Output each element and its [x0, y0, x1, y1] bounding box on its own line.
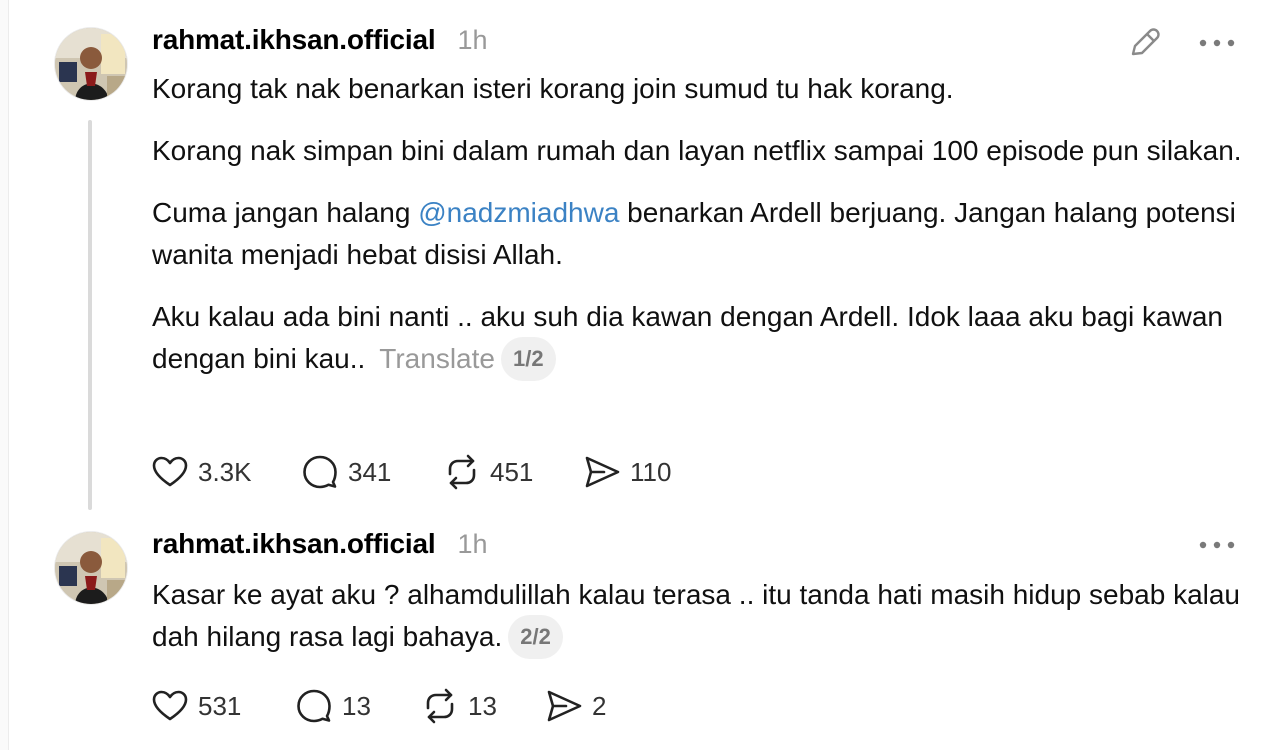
thread-post-1: rahmat.ikhsan.official 1h Korang tak nak… [0, 0, 1270, 520]
username[interactable]: rahmat.ikhsan.official [152, 24, 436, 56]
repost-icon [448, 454, 476, 490]
share-icon [547, 690, 582, 722]
heart-icon [152, 690, 188, 721]
repost-icon [426, 688, 454, 724]
avatar-photo [55, 532, 127, 604]
thread-connector-line [88, 120, 92, 510]
avatar[interactable] [55, 28, 127, 100]
share-icon [585, 456, 620, 488]
paragraph-text: Aku kalau ada bini nanti .. aku suh dia … [152, 301, 1223, 374]
like-button[interactable]: 3.3K [150, 452, 300, 492]
thread-page-badge: 1/2 [500, 336, 556, 381]
paragraph-text: Kasar ke ayat aku ? alhamdulillah kalau … [152, 579, 1241, 652]
reply-button[interactable]: 341 [300, 452, 442, 492]
mention-link[interactable]: @nadzmiadhwa [418, 197, 619, 228]
share-button[interactable]: 2 [544, 686, 606, 726]
post-body: Kasar ke ayat aku ? alhamdulillah kalau … [152, 574, 1242, 681]
repost-count: 451 [490, 456, 534, 487]
thread-page-badge: 2/2 [508, 614, 563, 659]
more-icon[interactable] [1196, 28, 1238, 58]
share-count: 110 [630, 456, 672, 487]
repost-count: 13 [468, 690, 497, 721]
post-header: rahmat.ikhsan.official 1h [152, 24, 488, 60]
paragraph-text: Cuma jangan halang [152, 197, 419, 228]
post-actions: 531 13 13 2 [150, 682, 606, 730]
post-paragraph: Aku kalau ada bini nanti .. aku suh dia … [152, 296, 1242, 383]
avatar-photo [55, 28, 127, 100]
reply-count: 13 [342, 690, 371, 721]
like-button[interactable]: 531 [150, 686, 294, 726]
reply-count: 341 [348, 456, 392, 487]
thread-post-2: rahmat.ikhsan.official 1h Kasar ke ayat … [0, 520, 1270, 750]
like-count: 531 [198, 690, 242, 721]
timestamp[interactable]: 1h [457, 529, 487, 560]
edit-icon[interactable] [1125, 24, 1163, 62]
share-count: 2 [592, 690, 607, 721]
post-body: Korang tak nak benarkan isteri korang jo… [152, 68, 1242, 403]
translate-link[interactable]: Translate [379, 343, 495, 374]
more-icon[interactable] [1196, 530, 1238, 560]
comment-icon [303, 455, 337, 489]
post-actions: 3.3K 341 451 110 [150, 448, 671, 496]
username[interactable]: rahmat.ikhsan.official [152, 528, 436, 560]
reply-button[interactable]: 13 [294, 686, 420, 726]
post-paragraph: Korang tak nak benarkan isteri korang jo… [152, 73, 954, 104]
post-paragraph: Kasar ke ayat aku ? alhamdulillah kalau … [152, 574, 1242, 661]
avatar[interactable] [55, 532, 127, 604]
comment-icon [297, 689, 331, 723]
like-count: 3.3K [198, 456, 252, 487]
repost-button[interactable]: 451 [442, 452, 582, 492]
timestamp[interactable]: 1h [457, 25, 487, 56]
post-paragraph: Cuma jangan halang @nadzmiadhwa benarkan… [152, 192, 1242, 276]
share-button[interactable]: 110 [582, 452, 671, 492]
post-paragraph: Korang nak simpan bini dalam rumah dan l… [152, 135, 1242, 166]
heart-icon [152, 456, 188, 487]
post-header: rahmat.ikhsan.official 1h [152, 528, 488, 564]
repost-button[interactable]: 13 [420, 686, 544, 726]
